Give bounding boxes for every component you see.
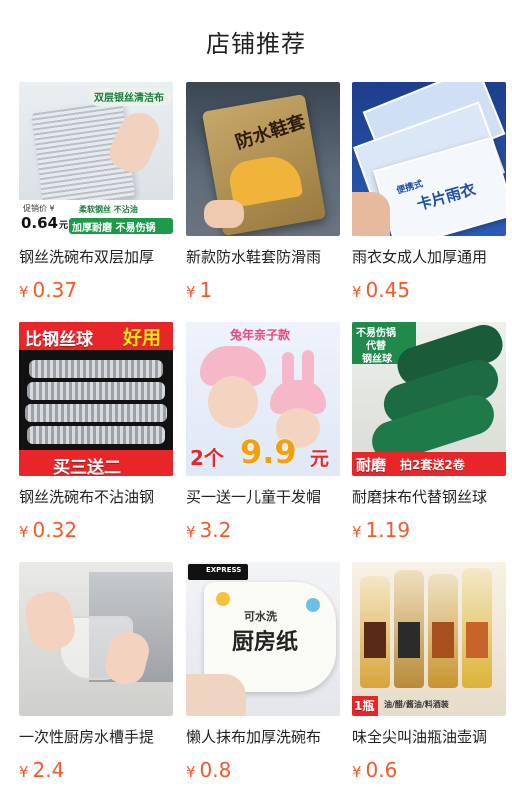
- product-card[interactable]: 一次性厨房水槽手提 ¥2.4: [19, 562, 173, 782]
- product-image[interactable]: EXPRESS 可水洗 厨房纸: [186, 562, 340, 716]
- tag-text-2: 加厚耐磨 不易伤锅: [72, 223, 156, 234]
- product-price: ¥2.4: [19, 758, 173, 782]
- product-card[interactable]: 便携式 卡片雨衣 雨衣女成人加厚通用 ¥0.45: [352, 82, 506, 302]
- currency-symbol: ¥: [19, 763, 29, 781]
- image-top-highlight: 好用: [123, 327, 162, 349]
- product-grid: 双层银丝清洁布 促销价 ¥ 0.64 元 柔软钢丝 不沾油 加厚耐磨 不易伤锅 …: [0, 82, 512, 800]
- image-top-text: 比钢丝球: [25, 330, 93, 350]
- product-image[interactable]: 1瓶 油/醋/酱油/料酒装: [352, 562, 506, 716]
- image-top-text: 可水洗: [244, 610, 277, 623]
- price-value: 0.37: [32, 278, 78, 302]
- product-price: ¥0.37: [19, 278, 173, 302]
- product-card[interactable]: 1瓶 油/醋/酱油/料酒装 味全尖叫油瓶油壶调 ¥0.6: [352, 562, 506, 782]
- product-image[interactable]: [19, 562, 173, 716]
- tag-text-1: 柔软钢丝 不沾油: [79, 205, 138, 214]
- image-bottom-right-text: 油/醋/酱油/料酒装: [384, 700, 449, 709]
- product-price: ¥0.32: [19, 518, 173, 542]
- image-banner-text: 双层银丝清洁布: [94, 93, 164, 104]
- image-bottom-left-text: 耐磨: [356, 456, 387, 474]
- price-value: 0.32: [32, 518, 78, 542]
- product-price: ¥0.45: [352, 278, 506, 302]
- image-price-text: 9.9: [240, 433, 297, 471]
- product-title[interactable]: 味全尖叫油瓶油壶调: [352, 728, 506, 746]
- product-card[interactable]: 比钢丝球 好用 买三送二 钢丝洗碗布不沾油钢 ¥0.32: [19, 322, 173, 542]
- product-card[interactable]: 兔年亲子款 2个 9.9 元 买一送一儿童干发帽 ¥3.2: [186, 322, 340, 542]
- price-value: 0.45: [365, 278, 411, 302]
- price-value: 3.2: [199, 518, 232, 542]
- product-image[interactable]: 防水鞋套: [186, 82, 340, 236]
- product-card[interactable]: 防水鞋套 新款防水鞋套防滑雨 ¥1: [186, 82, 340, 302]
- currency-symbol: ¥: [352, 283, 362, 301]
- product-image[interactable]: 便携式 卡片雨衣: [352, 82, 506, 236]
- product-card[interactable]: EXPRESS 可水洗 厨房纸 懒人抹布加厚洗碗布 ¥0.8: [186, 562, 340, 782]
- currency-symbol: ¥: [19, 523, 29, 541]
- currency-symbol: ¥: [186, 763, 196, 781]
- currency-symbol: ¥: [352, 763, 362, 781]
- product-title[interactable]: 耐磨抹布代替钢丝球: [352, 488, 506, 506]
- image-prefix-text: 2个: [190, 446, 224, 470]
- section-title: 店铺推荐: [206, 29, 306, 58]
- price-badge-label: 促销价 ¥: [23, 204, 55, 213]
- section-header: 店铺推荐: [0, 0, 512, 82]
- image-top-text: 兔年亲子款: [230, 328, 291, 342]
- product-image[interactable]: 双层银丝清洁布 促销价 ¥ 0.64 元 柔软钢丝 不沾油 加厚耐磨 不易伤锅: [19, 82, 173, 236]
- price-value: 2.4: [32, 758, 65, 782]
- currency-symbol: ¥: [19, 283, 29, 301]
- product-price: ¥0.8: [186, 758, 340, 782]
- price-value: 1.19: [365, 518, 411, 542]
- price-value: 0.6: [365, 758, 398, 782]
- product-image[interactable]: 比钢丝球 好用 买三送二: [19, 322, 173, 476]
- product-title[interactable]: 钢丝洗碗布双层加厚: [19, 248, 173, 266]
- image-main-text: 厨房纸: [232, 630, 299, 655]
- product-image[interactable]: 兔年亲子款 2个 9.9 元: [186, 322, 340, 476]
- currency-symbol: ¥: [186, 523, 196, 541]
- product-price: ¥3.2: [186, 518, 340, 542]
- image-bottom-text: 买三送二: [53, 458, 121, 476]
- price-badge-unit: 元: [59, 221, 69, 231]
- image-top-text-3: 钢丝球: [362, 354, 392, 365]
- express-badge-text: EXPRESS: [206, 566, 242, 574]
- product-card[interactable]: 双层银丝清洁布 促销价 ¥ 0.64 元 柔软钢丝 不沾油 加厚耐磨 不易伤锅 …: [19, 82, 173, 302]
- product-price: ¥0.6: [352, 758, 506, 782]
- image-bottom-left-text: 1瓶: [354, 699, 375, 713]
- currency-symbol: ¥: [352, 523, 362, 541]
- product-price: ¥1: [186, 278, 340, 302]
- product-image[interactable]: 不易伤锅 代替 钢丝球 耐磨 拍2套送2卷: [352, 322, 506, 476]
- price-value: 1: [199, 278, 213, 302]
- price-badge-value: 0.64: [21, 214, 59, 232]
- product-title[interactable]: 新款防水鞋套防滑雨: [186, 248, 340, 266]
- product-card[interactable]: 不易伤锅 代替 钢丝球 耐磨 拍2套送2卷 耐磨抹布代替钢丝球 ¥1.19: [352, 322, 506, 542]
- product-title[interactable]: 雨衣女成人加厚通用: [352, 248, 506, 266]
- product-title[interactable]: 懒人抹布加厚洗碗布: [186, 728, 340, 746]
- currency-symbol: ¥: [186, 283, 196, 301]
- price-value: 0.8: [199, 758, 232, 782]
- product-title[interactable]: 钢丝洗碗布不沾油钢: [19, 488, 173, 506]
- product-title[interactable]: 买一送一儿童干发帽: [186, 488, 340, 506]
- image-suffix-text: 元: [310, 448, 330, 470]
- product-title[interactable]: 一次性厨房水槽手提: [19, 728, 173, 746]
- image-bottom-right-text: 拍2套送2卷: [400, 458, 465, 472]
- product-price: ¥1.19: [352, 518, 506, 542]
